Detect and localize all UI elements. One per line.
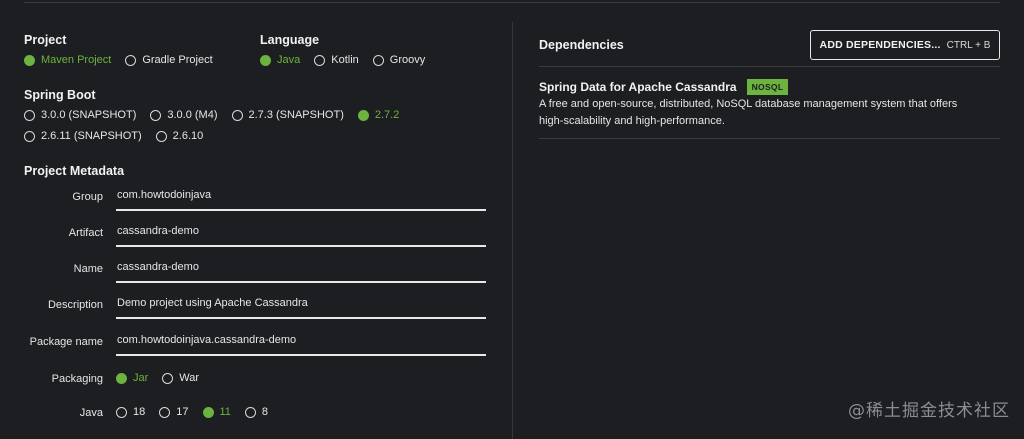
radio-java-17[interactable]: 17 (159, 406, 189, 418)
radio-label: 2.6.11 (SNAPSHOT) (41, 130, 142, 142)
group-label: Group (72, 191, 103, 203)
language-options: Java Kotlin Groovy (260, 54, 439, 66)
project-options: Maven Project Gradle Project (24, 54, 227, 66)
dependency-name: Spring Data for Apache Cassandra (539, 80, 737, 94)
radio-war[interactable]: War (162, 372, 199, 384)
radio-dot (202, 406, 214, 418)
radio-label: 8 (261, 406, 269, 418)
radio-maven-project[interactable]: Maven Project (24, 54, 111, 66)
dependency-description: A free and open-source, distributed, NoS… (539, 98, 958, 127)
radio-dot (314, 54, 326, 66)
metadata-row-group: Group (0, 185, 512, 213)
radio-label: Kotlin (331, 54, 359, 66)
dependencies-title: Dependencies (539, 38, 624, 52)
radio-label: 2.6.10 (172, 130, 204, 142)
metadata-row-name: Name (0, 257, 512, 285)
radio-dot (150, 109, 162, 121)
radio-label: Maven Project (41, 54, 112, 66)
metadata-row-artifact: Artifact (0, 221, 512, 249)
radio-label: Jar (133, 372, 149, 384)
radio-boot-2-6-10[interactable]: 2.6.10 (155, 130, 204, 142)
dependency-badge-nosql: NOSQL (746, 79, 789, 95)
radio-dot (372, 54, 384, 66)
project-title: Project (24, 33, 67, 47)
dependency-item-cassandra[interactable]: Spring Data for Apache Cassandra NOSQL (539, 79, 789, 95)
radio-jar[interactable]: Jar (116, 372, 148, 384)
package-name-input[interactable] (116, 334, 486, 356)
radio-label: 11 (219, 406, 231, 418)
dependencies-header-rule (539, 66, 1000, 67)
radio-label: Java (277, 54, 301, 66)
metadata-row-java: Java 18 17 11 8 (0, 401, 512, 429)
left-panel: Project Maven Project Gradle Project Lan… (0, 0, 512, 439)
radio-dot (159, 406, 171, 418)
radio-label: War (179, 372, 200, 384)
radio-label: Gradle Project (142, 54, 213, 66)
radio-dot (357, 109, 369, 121)
name-input[interactable] (116, 261, 486, 283)
radio-dot (244, 406, 256, 418)
radio-boot-3-0-0-m4[interactable]: 3.0.0 (M4) (150, 109, 218, 121)
radio-label: 17 (176, 406, 189, 418)
add-dependencies-shortcut: CTRL + B (946, 39, 991, 51)
radio-groovy[interactable]: Groovy (372, 54, 426, 66)
name-label: Name (73, 263, 103, 275)
java-options: 18 17 11 8 (116, 406, 282, 418)
packaging-options: Jar War (116, 372, 213, 384)
artifact-input[interactable] (116, 225, 486, 247)
packaging-label: Packaging (51, 373, 103, 385)
radio-label: 2.7.3 (SNAPSHOT) (248, 109, 344, 121)
radio-java-11[interactable]: 11 (202, 406, 231, 418)
radio-boot-2-7-2[interactable]: 2.7.2 (357, 109, 400, 121)
artifact-label: Artifact (68, 227, 103, 239)
radio-dot (231, 109, 243, 121)
radio-kotlin[interactable]: Kotlin (314, 54, 359, 66)
spring-boot-options-row2: 2.6.11 (SNAPSHOT) 2.6.10 (24, 130, 217, 142)
add-dependencies-label: ADD DEPENDENCIES... (819, 39, 941, 51)
spring-boot-options-row1: 3.0.0 (SNAPSHOT) 3.0.0 (M4) 2.7.3 (SNAPS… (24, 109, 413, 121)
radio-label: 2.7.2 (374, 109, 400, 121)
package-name-label: Package name (29, 336, 103, 348)
radio-dot (24, 130, 35, 142)
spring-boot-title: Spring Boot (24, 88, 96, 102)
radio-label: 18 (133, 406, 146, 418)
radio-gradle-project[interactable]: Gradle Project (125, 54, 213, 66)
radio-dot (116, 406, 127, 418)
radio-label: 3.0.0 (M4) (167, 109, 218, 121)
radio-dot (155, 130, 167, 142)
radio-dot (24, 109, 35, 121)
java-label: Java (79, 407, 103, 419)
radio-java-18[interactable]: 18 (116, 406, 145, 418)
radio-dot (125, 54, 137, 66)
project-metadata-title: Project Metadata (24, 164, 125, 178)
add-dependencies-button[interactable]: ADD DEPENDENCIES... CTRL + B (810, 30, 1000, 60)
radio-dot (116, 372, 127, 384)
radio-dot (24, 54, 35, 66)
description-label: Description (47, 299, 103, 311)
metadata-row-packaging: Packaging Jar War (0, 367, 512, 395)
radio-label: 3.0.0 (SNAPSHOT) (41, 109, 137, 121)
radio-boot-2-7-3-snapshot[interactable]: 2.7.3 (SNAPSHOT) (231, 109, 344, 121)
radio-java[interactable]: Java (260, 54, 300, 66)
dependencies-panel: Dependencies ADD DEPENDENCIES... CTRL + … (513, 0, 1024, 439)
language-title: Language (260, 33, 320, 47)
metadata-row-description: Description (0, 293, 512, 321)
dependency-item-rule (539, 138, 1000, 139)
radio-boot-2-6-11-snapshot[interactable]: 2.6.11 (SNAPSHOT) (24, 130, 142, 142)
watermark: @稀土掘金技术社区 (848, 401, 1010, 421)
radio-label: Groovy (389, 54, 426, 66)
radio-boot-3-0-0-snapshot[interactable]: 3.0.0 (SNAPSHOT) (24, 109, 136, 121)
group-input[interactable] (116, 189, 486, 211)
metadata-row-package-name: Package name (0, 330, 512, 358)
radio-java-8[interactable]: 8 (244, 406, 269, 418)
description-input[interactable] (116, 297, 486, 319)
radio-dot (162, 372, 174, 384)
radio-dot (260, 54, 271, 66)
